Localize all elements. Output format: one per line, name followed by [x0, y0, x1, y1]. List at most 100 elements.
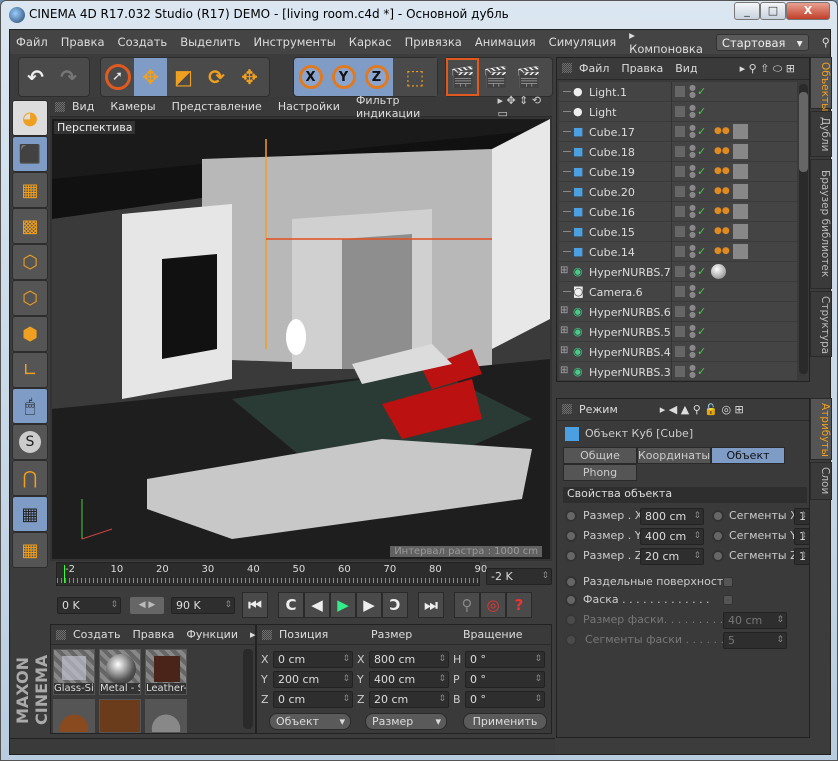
expand-icon[interactable]: ⊞ — [560, 345, 568, 356]
polygons-mode-icon[interactable]: ⬢ — [12, 316, 48, 352]
rotate-tool-icon[interactable]: ⟳ — [200, 58, 233, 96]
material-fabric[interactable] — [99, 699, 141, 733]
menu-mesh[interactable]: Каркас — [349, 35, 392, 49]
viewport-menu-options[interactable]: Настройки — [278, 100, 340, 113]
object-row[interactable]: ■ Cube.16 ● ● ✓ ●● — [559, 202, 797, 222]
menu-animate[interactable]: Анимация — [475, 35, 536, 49]
object-name[interactable]: Cube.18 — [589, 146, 635, 159]
make-editable-icon[interactable]: ◕ — [12, 100, 48, 136]
segments-z-field[interactable]: 1 — [794, 548, 810, 565]
y-axis-lock-icon[interactable]: Y — [327, 58, 360, 96]
radio-icon[interactable] — [565, 594, 577, 606]
render-picture-viewer-icon[interactable]: 🎬 — [479, 58, 512, 96]
maximize-button[interactable]: □ — [760, 2, 786, 20]
size-field[interactable]: 400 cm — [369, 671, 449, 688]
visibility-dots-icon[interactable]: ● ● — [689, 284, 696, 299]
viewport-menu-cameras[interactable]: Камеры — [110, 100, 155, 113]
object-name[interactable]: HyperNURBS.7 — [589, 266, 671, 279]
pos-field[interactable]: 200 cm — [273, 671, 353, 688]
layer-icon[interactable] — [675, 306, 685, 317]
object-row[interactable]: ● Light ● ● ✓ — [559, 102, 797, 122]
current-frame-field[interactable]: -2 K — [486, 568, 552, 585]
apply-button[interactable]: Применить — [463, 713, 547, 730]
segments-y-field[interactable]: 1 — [794, 528, 810, 545]
object-row[interactable]: ⊞ ◉ HyperNURBS.7 ● ● ✓ — [559, 262, 797, 282]
tag-icons[interactable]: ●● — [714, 226, 730, 236]
visibility-dots-icon[interactable]: ● ● — [689, 324, 696, 339]
select-cursor-icon[interactable]: ➚ — [101, 58, 134, 96]
grip-icon[interactable] — [56, 630, 66, 640]
object-row[interactable]: ⊞ ◉ HyperNURBS.4 ● ● ✓ — [559, 342, 797, 362]
object-name[interactable]: HyperNURBS.3 — [589, 366, 671, 379]
snap-magnet-icon[interactable]: ⋂ — [12, 460, 48, 496]
workplane-lock-icon[interactable]: ▦ — [12, 496, 48, 532]
render-view-icon[interactable]: 🎬 — [446, 58, 479, 96]
menu-select[interactable]: Выделить — [180, 35, 240, 49]
layer-icon[interactable] — [675, 186, 685, 197]
tab-phong[interactable]: Phong — [563, 464, 637, 481]
enabled-check-icon[interactable]: ✓ — [697, 265, 706, 278]
edges-mode-icon[interactable]: ⬡ — [12, 280, 48, 316]
material-wood[interactable] — [53, 699, 95, 733]
viewport-menu-display[interactable]: Представление — [172, 100, 262, 113]
object-menu-view[interactable]: Вид — [675, 62, 697, 75]
tab-structure[interactable]: Структура — [810, 291, 832, 357]
layer-icon[interactable] — [675, 146, 685, 157]
tab-basic[interactable]: Общие — [563, 447, 637, 464]
object-row[interactable]: ◙ Camera.6 ● ● ✓ — [559, 282, 797, 302]
radio-icon[interactable] — [712, 530, 724, 542]
object-toolbar-icons[interactable]: ▸ ⚲ ⇧ ⬭ ⊞ — [740, 62, 795, 76]
expand-icon[interactable]: ⊞ — [560, 305, 568, 316]
record-keys-icon[interactable]: ⚲ — [454, 592, 480, 618]
enabled-check-icon[interactable]: ✓ — [697, 285, 706, 298]
layer-icon[interactable] — [675, 226, 685, 237]
material-tag-icon[interactable] — [733, 144, 748, 159]
timeline-ruler[interactable]: -2 10 20 30 40 50 60 70 80 90 — [56, 562, 487, 586]
enabled-check-icon[interactable]: ✓ — [697, 85, 706, 98]
attribute-toolbar-icons[interactable]: ▸ ◀ ▲ ⚲ 🔓 ◎ ⊞ — [660, 403, 744, 416]
object-name[interactable]: Cube.14 — [589, 246, 635, 259]
menu-create[interactable]: Создать — [118, 35, 168, 49]
object-row[interactable]: ■ Cube.17 ● ● ✓ ●● — [559, 122, 797, 142]
more-arrow-icon[interactable]: ▸ — [250, 628, 256, 641]
viewport-nav-icons[interactable]: ▸ ✥ ⇕ ⟲ ▭ — [497, 94, 552, 120]
visibility-dots-icon[interactable]: ● ● — [689, 344, 696, 359]
undo-icon[interactable]: ↶ — [19, 58, 52, 96]
enabled-check-icon[interactable]: ✓ — [697, 305, 706, 318]
menu-edit[interactable]: Правка — [61, 35, 105, 49]
z-axis-lock-icon[interactable]: Z — [360, 58, 393, 96]
tab-objects[interactable]: Объекты — [810, 57, 832, 111]
end-frame-field[interactable]: 90 K — [171, 597, 235, 614]
minimize-button[interactable]: _ — [734, 2, 760, 20]
grip-icon[interactable] — [562, 63, 572, 73]
menu-tools[interactable]: Инструменты — [254, 35, 336, 49]
menu-snap[interactable]: Привязка — [405, 35, 462, 49]
layer-icon[interactable] — [675, 86, 685, 97]
expand-icon[interactable]: ⊞ — [560, 265, 568, 276]
object-row[interactable]: ■ Cube.14 ● ● ✓ ●● — [559, 242, 797, 262]
visibility-dots-icon[interactable]: ● ● — [689, 104, 696, 119]
visibility-dots-icon[interactable]: ● ● — [689, 84, 696, 99]
tab-layers[interactable]: Слои — [810, 462, 832, 500]
coordinate-system-icon[interactable]: ⬚ — [393, 58, 437, 96]
grip-icon[interactable] — [55, 102, 65, 112]
visibility-dots-icon[interactable]: ● ● — [689, 224, 696, 239]
radio-icon[interactable] — [712, 510, 724, 522]
object-row[interactable]: ● Light.1 ● ● ✓ — [559, 82, 797, 102]
tag-icons[interactable]: ●● — [714, 206, 730, 216]
material-metal[interactable]: Metal - S — [99, 649, 141, 695]
radio-icon[interactable] — [565, 530, 577, 542]
model-mode-icon[interactable]: ⬛ — [12, 136, 48, 172]
material-menu-create[interactable]: Создать — [73, 628, 121, 641]
material-grey[interactable] — [145, 699, 187, 733]
visibility-dots-icon[interactable]: ● ● — [689, 364, 696, 379]
live-select-icon[interactable]: ✥ — [233, 58, 266, 96]
material-tag-icon[interactable] — [733, 204, 748, 219]
tag-icons[interactable]: ●● — [714, 246, 730, 256]
object-name[interactable]: Light.1 — [589, 86, 627, 99]
object-name[interactable]: HyperNURBS.4 — [589, 346, 671, 359]
layer-icon[interactable] — [675, 326, 685, 337]
tag-icons[interactable]: ●● — [714, 126, 730, 136]
grip-icon[interactable] — [562, 404, 572, 414]
grip-icon[interactable] — [262, 630, 272, 640]
